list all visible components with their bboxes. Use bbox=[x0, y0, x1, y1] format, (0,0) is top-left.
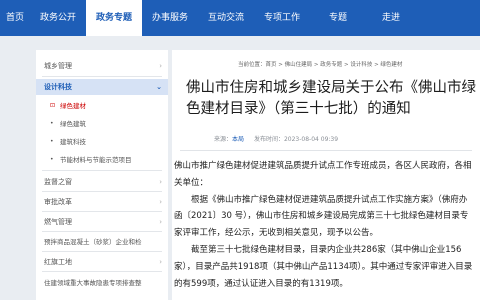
sidebar-sub-green-materials[interactable]: ⊡ 绿色建材 bbox=[36, 100, 168, 112]
chevron-right-icon: › bbox=[159, 218, 162, 226]
time-prefix: 发布时间： bbox=[253, 136, 284, 143]
sidebar-item-approval-reform[interactable]: 审批改革 › bbox=[36, 194, 168, 210]
chevron-down-icon: ⌄ bbox=[156, 83, 162, 91]
sidebar-item-label: 预拌商品混凝土（砂浆）企业和检 bbox=[44, 238, 142, 246]
bullet-icon: • bbox=[50, 120, 54, 127]
top-navigation-bar: 首页 政务公开 政务专题 办事服务 互动交流 专项工作 专题 走进 bbox=[0, 0, 480, 36]
sidebar-divider bbox=[42, 191, 162, 192]
sidebar-item-red-flag-sites[interactable]: 红旗工地 › bbox=[36, 254, 168, 270]
sidebar-item-gas-management[interactable]: 燃气管理 › bbox=[36, 214, 168, 230]
sidebar-item-urban-management[interactable]: 城乡管理 › bbox=[36, 58, 168, 74]
sidebar-divider bbox=[42, 211, 162, 212]
nav-about[interactable]: 走进 bbox=[366, 0, 416, 36]
active-square-icon: ⊡ bbox=[50, 102, 56, 109]
sidebar-divider bbox=[42, 170, 162, 171]
sidebar-divider bbox=[42, 231, 162, 232]
nav-topics[interactable]: 专题 bbox=[310, 0, 366, 36]
article-title: 佛山市住房和城乡建设局关于公布《佛山市绿色建材目录》（第三十七批）的通知 bbox=[186, 80, 476, 117]
article-panel: 当前位置：首页 > 佛山住建局 > 政务专题 > 设计科技 > 绿色建材 佛山市… bbox=[172, 50, 480, 300]
article-body: 佛山市推广绿色建材促进建筑品质提升试点工作专班成员，各区人民政府，各相关单位： … bbox=[174, 158, 474, 292]
article-meta: 来源：本局 发布时间：2023-08-04 09:39 bbox=[214, 134, 338, 143]
sidebar-item-label: 燃气管理 bbox=[44, 218, 72, 226]
sidebar-sub-label: 节能材料与节能示范项目 bbox=[60, 156, 132, 164]
source-link[interactable]: 本局 bbox=[232, 136, 244, 143]
nav-services[interactable]: 办事服务 bbox=[142, 0, 198, 36]
bullet-icon: • bbox=[50, 156, 54, 163]
sidebar-divider bbox=[42, 271, 162, 272]
sidebar-item-label: 监督之窗 bbox=[44, 178, 72, 186]
nav-special-work[interactable]: 专项工作 bbox=[254, 0, 310, 36]
sidebar-divider bbox=[42, 76, 162, 77]
chevron-right-icon: › bbox=[159, 258, 162, 266]
chevron-right-icon: › bbox=[159, 198, 162, 206]
meta-divider bbox=[180, 150, 472, 151]
article-paragraph: 截至第三十七批绿色建材目录，目录内企业共286家（其中佛山企业156家），目录产… bbox=[174, 244, 473, 289]
source-prefix: 来源： bbox=[214, 136, 233, 143]
sidebar-item-label: 住建领域重大事故隐患专项排查整 bbox=[44, 279, 142, 287]
sidebar-sub-energy-saving[interactable]: • 节能材料与节能示范项目 bbox=[36, 154, 168, 166]
bullet-icon: • bbox=[50, 138, 54, 145]
publish-time: 2023-08-04 09:39 bbox=[283, 136, 339, 143]
sidebar-divider bbox=[42, 251, 162, 252]
sidebar-item-concrete-enterprises[interactable]: 预拌商品混凝土（砂浆）企业和检 bbox=[36, 234, 168, 250]
nav-gov-topics[interactable]: 政务专题 bbox=[86, 0, 142, 36]
sidebar-sub-label: 绿色建材 bbox=[60, 102, 86, 110]
sidebar-item-label: 审批改革 bbox=[44, 198, 72, 206]
sidebar-item-supervision[interactable]: 监督之窗 › bbox=[36, 174, 168, 190]
chevron-right-icon: › bbox=[159, 62, 162, 70]
sidebar-sub-label: 建筑科技 bbox=[60, 138, 86, 146]
article-paragraph: 根据《佛山市推广绿色建材促进建筑品质提升试点工作实施方案》（佛府办函〔2021〕… bbox=[174, 194, 469, 239]
sidebar-item-label: 城乡管理 bbox=[44, 62, 72, 70]
sidebar-item-label: 设计科技 bbox=[44, 83, 72, 91]
sidebar-sub-building-tech[interactable]: • 建筑科技 bbox=[36, 136, 168, 148]
sidebar-item-hazard-inspection[interactable]: 住建领域重大事故隐患专项排查整 bbox=[36, 275, 168, 291]
sidebar-item-design-tech[interactable]: 设计科技 ⌄ bbox=[36, 79, 168, 95]
breadcrumb: 当前位置：首页 > 佛山住建局 > 政务专题 > 设计科技 > 绿色建材 bbox=[238, 62, 403, 68]
sidebar-sub-label: 绿色建筑 bbox=[60, 120, 86, 128]
sidebar-item-label: 红旗工地 bbox=[44, 258, 72, 266]
sidebar: 城乡管理 › 设计科技 ⌄ ⊡ 绿色建材 • 绿色建筑 • 建筑科技 • 节能材… bbox=[36, 50, 168, 300]
chevron-right-icon: › bbox=[159, 178, 162, 186]
article-salutation: 佛山市推广绿色建材促进建筑品质提升试点工作专班成员，各区人民政府，各相关单位： bbox=[174, 161, 472, 188]
nav-interaction[interactable]: 互动交流 bbox=[198, 0, 254, 36]
nav-home[interactable]: 首页 bbox=[0, 0, 30, 36]
nav-gov-public[interactable]: 政务公开 bbox=[30, 0, 86, 36]
sidebar-sub-green-building[interactable]: • 绿色建筑 bbox=[36, 118, 168, 130]
